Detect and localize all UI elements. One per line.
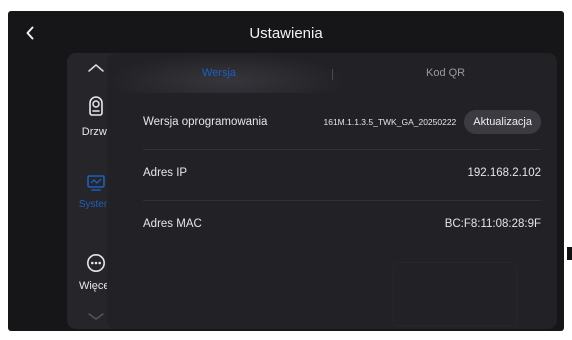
version-group: 161M.1.1.3.5_TWK_GA_20250222 Aktualizacj… bbox=[323, 110, 541, 134]
row-ip-address: Adres IP 192.168.2.102 bbox=[143, 151, 541, 195]
settings-screen: Ustawienia Drzwi System Więcej Wersja Ko… bbox=[8, 11, 564, 331]
row-label: Adres MAC bbox=[143, 218, 202, 230]
doorbell-icon bbox=[88, 96, 103, 116]
software-version-value: 161M.1.1.3.5_TWK_GA_20250222 bbox=[323, 117, 457, 127]
update-button[interactable]: Aktualizacja bbox=[464, 110, 541, 134]
edge-marker bbox=[567, 247, 572, 260]
tab-divider bbox=[332, 69, 333, 80]
row-software-version: Wersja oprogramowania 161M.1.1.3.5_TWK_G… bbox=[143, 100, 541, 144]
row-mac-address: Adres MAC BC:F8:11:08:28:9F bbox=[143, 202, 541, 246]
monitor-icon bbox=[86, 175, 105, 191]
tab-kod-qr[interactable]: Kod QR bbox=[426, 67, 465, 79]
chevron-down-icon bbox=[87, 313, 104, 320]
settings-panel: Wersja Kod QR Wersja oprogramowania 161M… bbox=[107, 53, 557, 329]
ip-address-value: 192.168.2.102 bbox=[467, 167, 541, 179]
row-label: Wersja oprogramowania bbox=[143, 116, 268, 128]
background-decoration bbox=[393, 262, 517, 326]
tab-wersja[interactable]: Wersja bbox=[202, 67, 236, 79]
row-divider bbox=[143, 149, 541, 150]
mac-address-value: BC:F8:11:08:28:9F bbox=[444, 218, 541, 230]
header-bar: Ustawienia bbox=[8, 11, 564, 55]
page-title: Ustawienia bbox=[249, 25, 323, 42]
more-icon bbox=[86, 254, 105, 272]
row-divider bbox=[143, 200, 541, 201]
chevron-up-icon bbox=[87, 64, 104, 72]
row-label: Adres IP bbox=[143, 167, 188, 179]
